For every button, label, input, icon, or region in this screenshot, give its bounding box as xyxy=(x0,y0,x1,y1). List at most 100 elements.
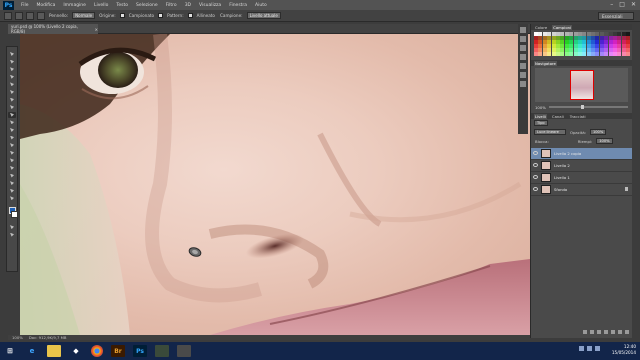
tab-colore[interactable]: Colore xyxy=(534,25,548,30)
layer-row[interactable]: Livello 2 xyxy=(531,160,632,172)
color-swatch[interactable] xyxy=(613,51,618,56)
menu-testo[interactable]: Testo xyxy=(112,3,132,8)
menu-3d[interactable]: 3D xyxy=(181,3,195,8)
character-panel-icon[interactable] xyxy=(520,45,526,51)
navigator-thumbnail[interactable] xyxy=(569,69,594,100)
dodge-tool-icon[interactable] xyxy=(8,150,16,156)
color-swatch[interactable] xyxy=(608,51,613,56)
clone-stamp-tool-icon[interactable] xyxy=(8,111,16,118)
new-layer-icon[interactable] xyxy=(618,330,622,334)
color-swatch[interactable] xyxy=(564,51,569,56)
history-brush-tool-icon[interactable] xyxy=(8,119,16,125)
hand-tool-icon[interactable] xyxy=(8,188,16,194)
add-mask-icon[interactable] xyxy=(597,330,601,334)
crop-tool-icon[interactable] xyxy=(8,81,16,87)
clock[interactable]: 12:40 15/05/2014 xyxy=(612,344,636,356)
brush-tool-icon[interactable] xyxy=(8,104,16,110)
tab-campioni[interactable]: Campioni xyxy=(552,25,573,30)
color-swatch[interactable] xyxy=(621,51,626,56)
clone-source-icon[interactable] xyxy=(37,11,45,20)
color-swatch[interactable] xyxy=(542,51,547,56)
navigator-zoom-slider[interactable] xyxy=(548,104,628,109)
path-select-tool-icon[interactable] xyxy=(8,173,16,179)
brush-panel-icon[interactable] xyxy=(26,11,34,20)
color-swatch[interactable] xyxy=(595,51,600,56)
navigator-preview[interactable] xyxy=(535,67,628,102)
pen-tool-icon[interactable] xyxy=(8,157,16,163)
chrome-icon[interactable] xyxy=(91,345,103,357)
lasso-tool-icon[interactable] xyxy=(8,66,16,72)
zoom-readout[interactable]: 100% xyxy=(12,335,23,340)
color-swatch[interactable] xyxy=(586,51,591,56)
color-swatch[interactable] xyxy=(534,51,538,56)
shape-tool-icon[interactable] xyxy=(8,180,16,186)
healing-brush-tool-icon[interactable] xyxy=(8,97,16,103)
menu-visualizza[interactable]: Visualizza xyxy=(195,3,225,8)
menu-filtro[interactable]: Filtro xyxy=(162,3,181,8)
eraser-tool-icon[interactable] xyxy=(8,127,16,133)
tab-tracciati[interactable]: Tracciati xyxy=(569,114,587,119)
document-canvas[interactable] xyxy=(20,34,530,335)
marquee-tool-icon[interactable] xyxy=(8,59,16,65)
maximize-icon[interactable]: □ xyxy=(619,1,625,9)
allineato-checkbox[interactable] xyxy=(187,13,193,18)
app-icon-2[interactable] xyxy=(177,345,191,357)
document-tab[interactable]: yuri.psd @ 100% (Livello 2 copia, RGB/8)… xyxy=(8,24,98,34)
gradient-tool-icon[interactable] xyxy=(8,135,16,141)
menu-finestra[interactable]: Finestra xyxy=(225,3,251,8)
media-center-icon[interactable]: ◆ xyxy=(69,345,83,357)
ie-browser-icon[interactable]: e xyxy=(25,345,39,357)
visibility-eye-icon[interactable] xyxy=(533,175,538,180)
network-icon[interactable] xyxy=(579,346,584,351)
color-swatch[interactable] xyxy=(573,51,578,56)
menu-livello[interactable]: Livello xyxy=(90,3,112,8)
visibility-eye-icon[interactable] xyxy=(533,187,538,192)
mode-select[interactable]: Normale xyxy=(72,12,96,19)
color-swatch[interactable] xyxy=(604,51,609,56)
layer-row[interactable]: Livello 2 copia xyxy=(531,147,632,160)
color-swatch[interactable] xyxy=(560,51,565,56)
link-layers-icon[interactable] xyxy=(583,330,587,334)
visibility-eye-icon[interactable] xyxy=(533,151,538,156)
navigator-zoom-value[interactable]: 100% xyxy=(535,105,546,110)
start-button[interactable]: ⊞ xyxy=(3,345,17,357)
brush-preset-icon[interactable] xyxy=(15,11,23,20)
close-icon[interactable]: ✕ xyxy=(631,1,636,9)
quick-mask-icon[interactable] xyxy=(8,224,16,230)
paragraph-panel-icon[interactable] xyxy=(520,54,526,60)
blend-mode-select[interactable]: Luce lineare xyxy=(534,129,566,136)
adjustment-layer-icon[interactable] xyxy=(604,330,608,334)
color-swatch[interactable] xyxy=(555,51,560,56)
color-swatch[interactable] xyxy=(538,51,543,56)
color-swatch[interactable] xyxy=(582,51,587,56)
pattern-radio[interactable] xyxy=(158,13,164,18)
actions-panel-icon[interactable] xyxy=(520,81,526,87)
eyedropper-tool-icon[interactable] xyxy=(8,89,16,95)
campionato-radio[interactable] xyxy=(119,13,125,18)
close-tab-icon[interactable]: × xyxy=(95,27,98,32)
swatches-grid[interactable] xyxy=(531,30,632,58)
minimize-icon[interactable]: – xyxy=(610,1,613,9)
fill-input[interactable]: 100% xyxy=(596,138,613,145)
delete-layer-icon[interactable] xyxy=(625,330,629,334)
color-swatch[interactable] xyxy=(591,51,596,56)
keyboard-icon[interactable] xyxy=(595,346,600,351)
color-swatch[interactable] xyxy=(577,51,582,56)
history-panel-icon[interactable] xyxy=(520,27,526,33)
layer-kind-select[interactable]: Tipo xyxy=(534,120,548,127)
bridge-icon[interactable]: Br xyxy=(111,345,125,357)
type-tool-icon[interactable] xyxy=(8,165,16,171)
color-swatch[interactable] xyxy=(551,51,556,56)
move-tool-icon[interactable] xyxy=(8,51,16,57)
layer-row[interactable]: Sfondo xyxy=(531,184,632,196)
brush-panel-icon[interactable] xyxy=(520,63,526,69)
color-swatch[interactable] xyxy=(547,51,552,56)
layer-row[interactable]: Livello 1 xyxy=(531,172,632,184)
workspace-select[interactable]: Essenziali xyxy=(598,12,634,20)
tab-navigatore[interactable]: Navigatore xyxy=(534,60,557,66)
file-explorer-icon[interactable] xyxy=(47,345,61,357)
layer-style-icon[interactable] xyxy=(590,330,594,334)
tab-canali[interactable]: Canali xyxy=(551,114,565,119)
clone-source-panel-icon[interactable] xyxy=(520,72,526,78)
campione-select[interactable]: Livello attuale xyxy=(246,12,281,19)
